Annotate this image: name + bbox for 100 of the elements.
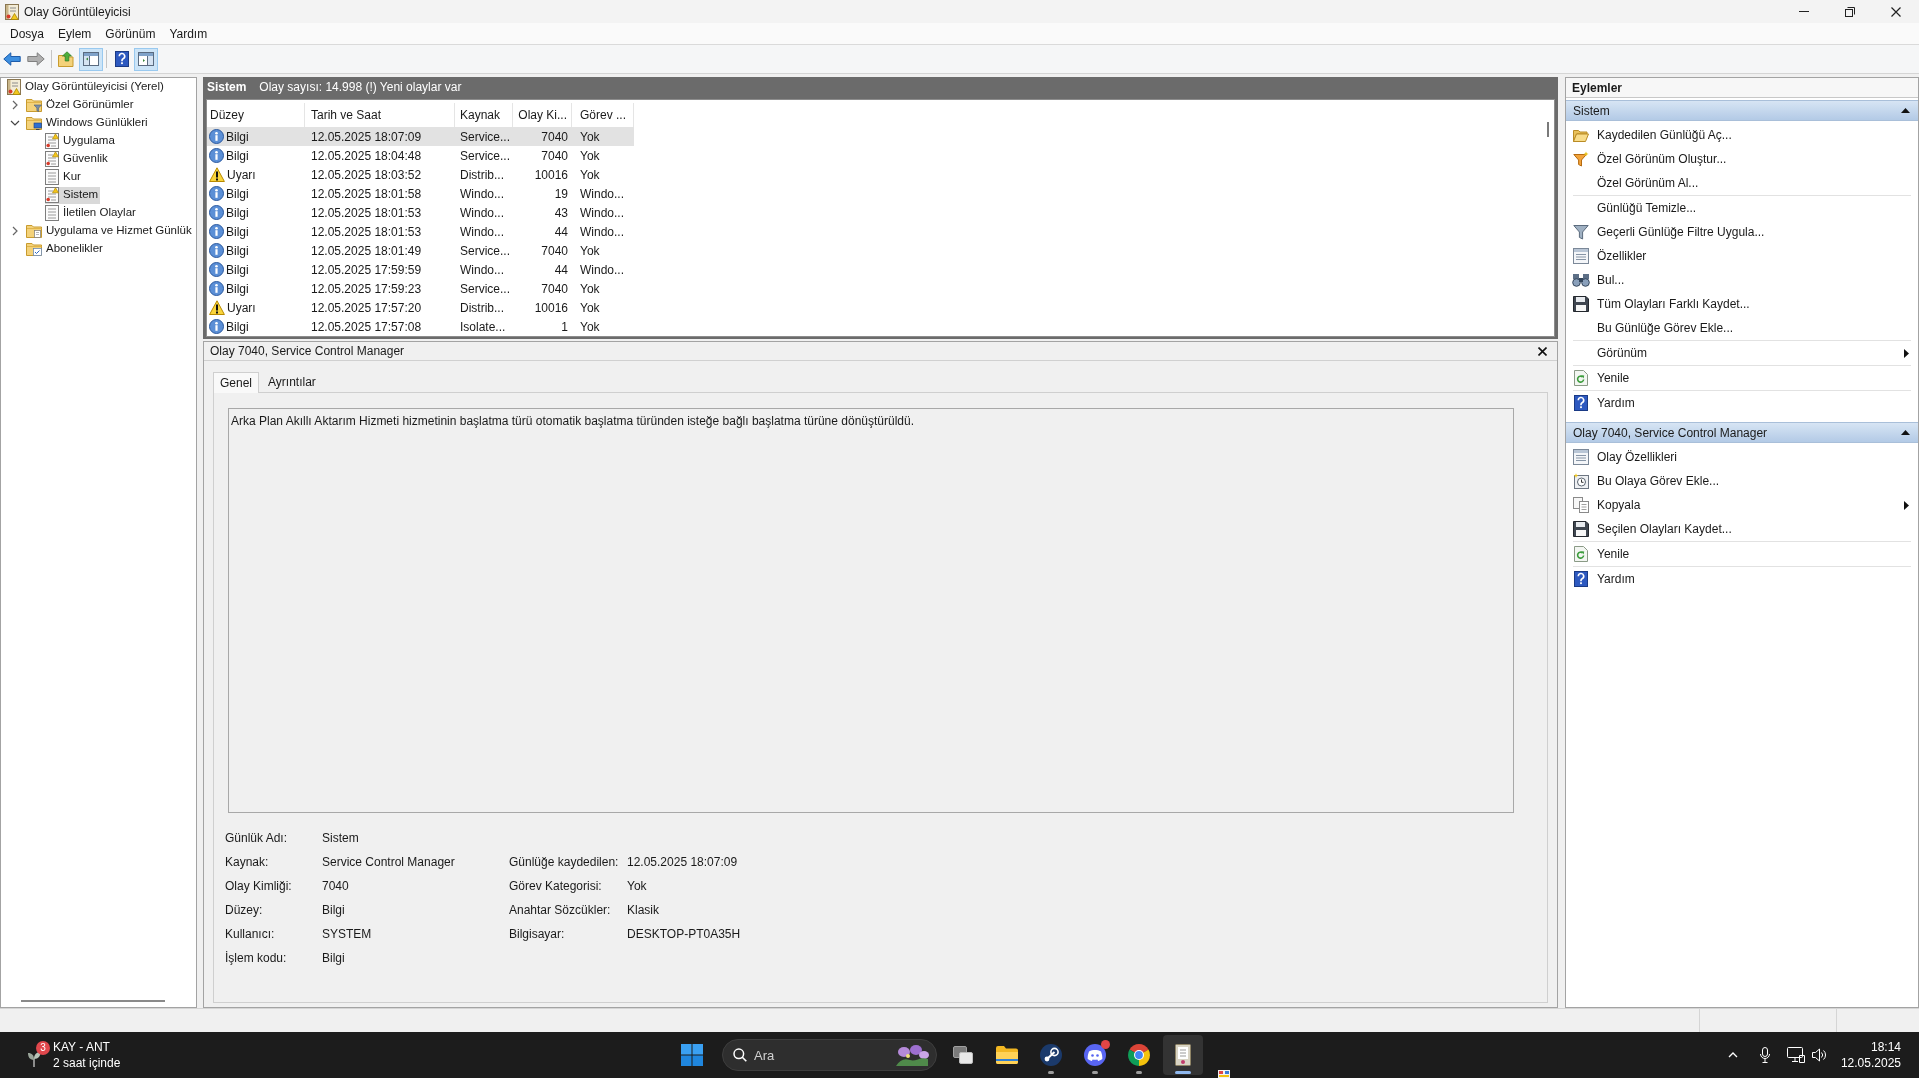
four-squares-icon[interactable] bbox=[681, 1044, 703, 1066]
tree-item[interactable]: Özel Görünümler bbox=[26, 96, 136, 114]
properties-icon bbox=[1573, 449, 1589, 465]
tree-item[interactable]: Olay Görüntüleyicisi (Yerel) bbox=[7, 78, 166, 96]
close-icon[interactable] bbox=[1538, 346, 1547, 356]
info-icon bbox=[209, 243, 224, 258]
table-cell-text: Windo... bbox=[459, 204, 505, 222]
section-header[interactable]: Sistem bbox=[1566, 100, 1918, 121]
event-row[interactable]: Bilgi 12.05.2025 18:01:53 Windo... 43 Windo... bbox=[207, 203, 634, 222]
table-cell-text: 43 bbox=[553, 204, 569, 222]
table-cell-text: Yok bbox=[579, 166, 601, 184]
search-field[interactable]: Ara bbox=[722, 1039, 937, 1071]
info-icon bbox=[209, 129, 224, 144]
action-item[interactable]: Yenile bbox=[1566, 542, 1918, 566]
event-row[interactable]: Uyarı 12.05.2025 18:03:52 Distrib... 10016 Yok bbox=[207, 165, 634, 184]
folder-icon bbox=[996, 1046, 1018, 1064]
folder-monitor-icon bbox=[26, 116, 42, 130]
binoculars-icon bbox=[1572, 273, 1590, 287]
action-item[interactable]: Geçerli Günlüğe Filtre Uygula... bbox=[1566, 220, 1918, 244]
refresh-icon bbox=[1574, 370, 1588, 386]
action-item[interactable]: Kopyala bbox=[1566, 493, 1918, 517]
action-pane-toggle[interactable] bbox=[134, 47, 158, 71]
folder-funnel-icon bbox=[26, 98, 42, 112]
controller-face-icon bbox=[1084, 1044, 1106, 1066]
tree-item[interactable]: Uygulama bbox=[45, 132, 117, 150]
table-cell-text: 12.05.2025 17:57:08 bbox=[310, 318, 423, 336]
pane-layout-icon bbox=[138, 52, 154, 66]
speaker-icon[interactable] bbox=[1811, 1048, 1826, 1062]
action-item[interactable]: Günlüğü Temizle... bbox=[1566, 196, 1918, 220]
table-cell-text: Windo... bbox=[579, 223, 625, 241]
menu-item[interactable]: Yardım bbox=[162, 23, 215, 44]
taskbar-button[interactable] bbox=[1163, 1035, 1203, 1075]
menu-item[interactable]: Eylem bbox=[51, 23, 99, 44]
chevron-down-icon[interactable] bbox=[9, 120, 20, 126]
clock-date[interactable]: 12.05.2025 bbox=[1840, 1055, 1901, 1071]
table-cell-text: Bilgi bbox=[226, 147, 249, 165]
tree-item[interactable]: Sistem bbox=[45, 186, 101, 204]
tree-pane-toggle[interactable] bbox=[79, 47, 103, 71]
table-cell-text: Service... bbox=[459, 242, 511, 260]
property-value: SYSTEM bbox=[322, 926, 373, 943]
monitor-network-icon[interactable] bbox=[1786, 1047, 1805, 1063]
tree-item[interactable]: Kur bbox=[45, 168, 83, 186]
table-cell-text: Yok bbox=[579, 242, 601, 260]
property-label: Düzey: bbox=[225, 902, 264, 919]
close-icon[interactable] bbox=[1891, 6, 1901, 17]
tab[interactable]: Ayrıntılar bbox=[261, 371, 323, 392]
leaf-icon bbox=[27, 1051, 41, 1067]
scrollbar-thumb[interactable] bbox=[21, 1000, 165, 1002]
action-item[interactable]: Görünüm bbox=[1566, 341, 1918, 365]
event-row[interactable]: Bilgi 12.05.2025 17:59:59 Windo... 44 Windo... bbox=[207, 260, 634, 279]
save-icon bbox=[1573, 296, 1589, 312]
microphone-icon[interactable] bbox=[1759, 1047, 1770, 1063]
table-cell-text: Windo... bbox=[459, 261, 505, 279]
chevron-right-icon[interactable] bbox=[11, 100, 18, 110]
table-cell-text: 44 bbox=[553, 223, 569, 241]
event-row[interactable]: Bilgi 12.05.2025 17:59:23 Service... 7040 Yok bbox=[207, 279, 634, 298]
clock-time[interactable]: 18:14 bbox=[1870, 1039, 1901, 1055]
event-row[interactable]: Bilgi 12.05.2025 18:07:09 Service... 7040 Yok bbox=[207, 127, 634, 146]
tree-item[interactable]: Abonelikler bbox=[26, 240, 105, 258]
action-item[interactable]: Seçilen Olayları Kaydet... bbox=[1566, 517, 1918, 541]
action-item[interactable]: Olay Özellikleri bbox=[1566, 445, 1918, 469]
action-item[interactable]: Yardım bbox=[1566, 391, 1918, 415]
chevron-right-icon[interactable] bbox=[11, 226, 18, 236]
table-cell-text: 12.05.2025 18:03:52 bbox=[310, 166, 423, 184]
event-row[interactable]: Bilgi 12.05.2025 17:57:08 Isolate... 1 Yok bbox=[207, 317, 634, 336]
action-item[interactable]: Yardım bbox=[1566, 567, 1918, 591]
table-cell-text: Distrib... bbox=[459, 166, 505, 184]
action-item[interactable]: Özellikler bbox=[1566, 244, 1918, 268]
action-item[interactable]: Bul... bbox=[1566, 268, 1918, 292]
action-item[interactable]: Özel Görünüm Oluştur... bbox=[1566, 147, 1918, 171]
action-item[interactable]: Kaydedilen Günlüğü Aç... bbox=[1566, 123, 1918, 147]
tree-item[interactable]: İletilen Olaylar bbox=[45, 204, 138, 222]
menu-item[interactable]: Görünüm bbox=[98, 23, 163, 44]
scrollbar-thumb[interactable] bbox=[1547, 122, 1549, 137]
tree-item[interactable]: Güvenlik bbox=[45, 150, 110, 168]
action-item[interactable]: Tüm Olayları Farklı Kaydet... bbox=[1566, 292, 1918, 316]
widget-button[interactable]: 3 KAY - ANT 2 saat içinde bbox=[21, 1035, 127, 1075]
table-cell-text: Yok bbox=[579, 128, 601, 146]
tab[interactable]: Genel bbox=[213, 372, 260, 393]
chevron-up-icon[interactable] bbox=[1727, 1052, 1738, 1058]
event-row[interactable]: Bilgi 12.05.2025 18:01:49 Service... 7040 Yok bbox=[207, 241, 634, 260]
event-row[interactable]: Bilgi 12.05.2025 18:01:58 Windo... 19 Windo... bbox=[207, 184, 634, 203]
table-cell-text: 7040 bbox=[540, 242, 569, 260]
pane-layout-icon bbox=[83, 52, 99, 66]
tree-item[interactable]: Uygulama ve Hizmet Günlük bbox=[26, 222, 194, 240]
event-row[interactable]: Bilgi 12.05.2025 18:01:53 Windo... 44 Windo... bbox=[207, 222, 634, 241]
notification-badge: 3 bbox=[36, 1041, 50, 1055]
log-book-icon bbox=[1175, 1044, 1191, 1066]
menu-item[interactable]: Dosya bbox=[3, 23, 51, 44]
table-cell-text: Service... bbox=[459, 147, 511, 165]
action-item[interactable]: Bu Günlüğe Görev Ekle... bbox=[1566, 316, 1918, 340]
section-header[interactable]: Olay 7040, Service Control Manager bbox=[1566, 422, 1918, 443]
action-item[interactable]: Yenile bbox=[1566, 366, 1918, 390]
property-label: Kaynak: bbox=[225, 854, 270, 871]
action-item[interactable]: Özel Görünüm Al... bbox=[1566, 171, 1918, 195]
event-row[interactable]: Uyarı 12.05.2025 17:57:20 Distrib... 10016 Yok bbox=[207, 298, 634, 317]
tree-item[interactable]: Windows Günlükleri bbox=[26, 114, 150, 132]
event-row[interactable]: Bilgi 12.05.2025 18:04:48 Service... 7040 Yok bbox=[207, 146, 634, 165]
restore-icon[interactable] bbox=[1845, 6, 1855, 17]
action-item[interactable]: Bu Olaya Görev Ekle... bbox=[1566, 469, 1918, 493]
